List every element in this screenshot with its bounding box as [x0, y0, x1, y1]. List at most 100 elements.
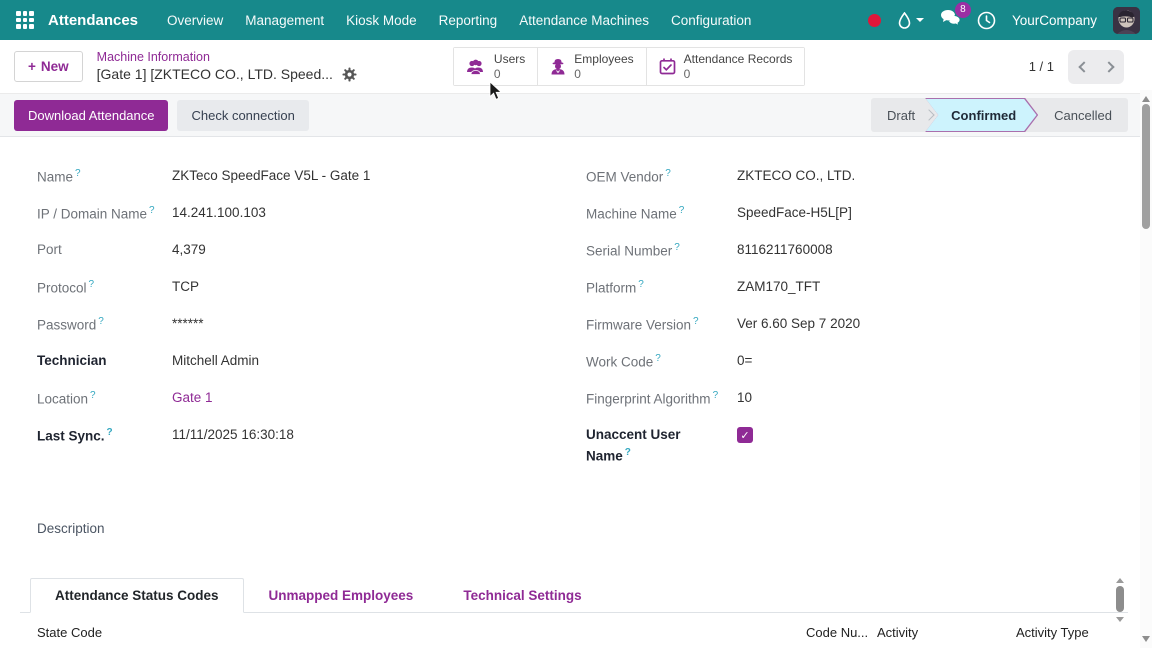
menu-management[interactable]: Management	[234, 0, 335, 40]
help-icon[interactable]: ?	[90, 390, 96, 401]
status-draft[interactable]: Draft	[871, 98, 931, 132]
stat-button-users[interactable]: Users 0	[454, 48, 538, 85]
breadcrumb-current: [Gate 1] [ZKTECO CO., LTD. Speed...	[97, 66, 333, 84]
chevron-down-icon	[916, 18, 924, 22]
attendance-machine-form-page: Attendances Overview Management Kiosk Mo…	[0, 0, 1152, 648]
stat-button-group: Users 0 Employees 0	[453, 47, 805, 86]
main-scrollbar[interactable]	[1140, 90, 1152, 648]
calendar-check-icon	[659, 58, 676, 75]
form-left-column: Name? ZKTeco SpeedFace V5L - Gate 1 IP /…	[37, 166, 560, 482]
control-panel: + New Machine Information [Gate 1] [ZKTE…	[0, 40, 1152, 94]
check-icon: ✓	[740, 429, 749, 442]
activities-clock-icon[interactable]	[977, 11, 996, 30]
help-icon[interactable]: ?	[75, 168, 81, 179]
column-code-number[interactable]: Code Nu...	[806, 625, 868, 640]
help-icon[interactable]: ?	[89, 279, 95, 290]
inner-scrollbar[interactable]	[1116, 578, 1124, 622]
navbar-systray: 8 YourCompany	[868, 7, 1140, 34]
recording-indicator-dot	[868, 14, 881, 27]
status-pipeline: Draft Confirmed Cancelled	[871, 98, 1128, 132]
help-icon[interactable]: ?	[693, 316, 699, 327]
inner-scrollbar-thumb[interactable]	[1116, 586, 1124, 612]
field-password: Password? ******	[37, 314, 560, 336]
stat-button-employees[interactable]: Employees 0	[538, 48, 646, 85]
tab-bar: Attendance Status Codes Unmapped Employe…	[20, 578, 1128, 613]
droplet-menu[interactable]	[897, 12, 924, 29]
form-right-column: OEM Vendor? ZKTECO CO., LTD. Machine Nam…	[586, 166, 1140, 482]
scroll-down-icon[interactable]	[1142, 636, 1150, 642]
field-name: Name? ZKTeco SpeedFace V5L - Gate 1	[37, 166, 560, 188]
field-location: Location? Gate 1	[37, 388, 560, 410]
field-protocol: Protocol? TCP	[37, 277, 560, 299]
employee-icon	[550, 58, 566, 75]
form-sheet: Name? ZKTeco SpeedFace V5L - Gate 1 IP /…	[0, 137, 1152, 648]
messages-menu[interactable]: 8	[940, 9, 961, 32]
message-count-badge: 8	[955, 2, 971, 18]
status-confirmed-active[interactable]: Confirmed	[925, 98, 1038, 132]
inner-scroll-up-icon[interactable]	[1116, 578, 1124, 583]
inner-scroll-down-icon[interactable]	[1116, 617, 1124, 622]
unaccent-checkbox[interactable]: ✓	[737, 427, 753, 443]
chevron-right-icon	[1103, 61, 1114, 72]
menu-reporting[interactable]: Reporting	[428, 0, 509, 40]
menu-attendance-machines[interactable]: Attendance Machines	[508, 0, 660, 40]
help-icon[interactable]: ?	[713, 390, 719, 401]
download-attendance-button[interactable]: Download Attendance	[14, 100, 168, 131]
help-icon[interactable]: ?	[98, 316, 104, 327]
gear-icon[interactable]	[342, 67, 357, 82]
field-ip-domain: IP / Domain Name? 14.241.100.103	[37, 203, 560, 225]
field-fingerprint-algorithm: Fingerprint Algorithm? 10	[586, 388, 1140, 410]
help-icon[interactable]: ?	[625, 447, 631, 458]
tab-attendance-status-codes[interactable]: Attendance Status Codes	[30, 578, 244, 613]
pager-previous-button[interactable]	[1068, 50, 1096, 84]
menu-overview[interactable]: Overview	[156, 0, 234, 40]
menu-kiosk-mode[interactable]: Kiosk Mode	[335, 0, 428, 40]
help-icon[interactable]: ?	[655, 353, 661, 364]
droplet-icon	[897, 12, 912, 29]
status-cancelled[interactable]: Cancelled	[1038, 98, 1128, 132]
field-work-code: Work Code? 0=	[586, 351, 1140, 373]
location-link[interactable]: Gate 1	[172, 388, 213, 408]
new-button[interactable]: + New	[14, 51, 83, 82]
tab-unmapped-employees[interactable]: Unmapped Employees	[244, 578, 439, 613]
pager-next-button[interactable]	[1096, 50, 1124, 84]
top-navbar: Attendances Overview Management Kiosk Mo…	[0, 0, 1152, 40]
column-activity[interactable]: Activity	[877, 625, 918, 640]
field-unaccent-user-name: Unaccent User Name? ✓	[586, 425, 1140, 467]
users-icon	[466, 59, 486, 75]
field-firmware-version: Firmware Version? Ver 6.60 Sep 7 2020	[586, 314, 1140, 336]
description-label: Description	[37, 521, 1140, 536]
chevron-left-icon	[1078, 61, 1089, 72]
help-icon[interactable]: ?	[665, 168, 671, 179]
field-last-sync: Last Sync.? 11/11/2025 16:30:18	[37, 425, 560, 447]
field-machine-name: Machine Name? SpeedFace-H5L[P]	[586, 203, 1140, 225]
app-name[interactable]: Attendances	[48, 12, 138, 29]
scroll-up-icon[interactable]	[1142, 96, 1150, 102]
field-technician: Technician Mitchell Admin	[37, 351, 560, 373]
tab-technical-settings[interactable]: Technical Settings	[438, 578, 606, 613]
scrollbar-thumb[interactable]	[1142, 104, 1150, 229]
plus-icon: +	[28, 59, 36, 74]
apps-grid-icon[interactable]	[16, 11, 34, 29]
column-activity-type[interactable]: Activity Type	[1016, 625, 1089, 640]
help-icon[interactable]: ?	[674, 242, 680, 253]
stat-button-attendance-records[interactable]: Attendance Records 0	[647, 48, 805, 85]
field-platform: Platform? ZAM170_TFT	[586, 277, 1140, 299]
notebook: Attendance Status Codes Unmapped Employe…	[20, 578, 1128, 648]
main-menu: Overview Management Kiosk Mode Reporting…	[156, 0, 762, 40]
help-icon[interactable]: ?	[638, 279, 644, 290]
column-state-code[interactable]: State Code	[37, 625, 102, 640]
help-icon[interactable]: ?	[679, 205, 685, 216]
action-bar: Download Attendance Check connection Dra…	[0, 94, 1152, 137]
breadcrumb-parent-link[interactable]: Machine Information	[97, 50, 357, 66]
help-icon[interactable]: ?	[149, 205, 155, 216]
company-name[interactable]: YourCompany	[1012, 13, 1097, 28]
field-oem-vendor: OEM Vendor? ZKTECO CO., LTD.	[586, 166, 1140, 188]
help-icon[interactable]: ?	[107, 427, 113, 438]
user-avatar[interactable]	[1113, 7, 1140, 34]
field-port: Port 4,379	[37, 240, 560, 262]
pager-counter: 1 / 1	[1029, 59, 1054, 74]
check-connection-button[interactable]: Check connection	[177, 100, 308, 131]
pager: 1 / 1	[1029, 50, 1138, 84]
menu-configuration[interactable]: Configuration	[660, 0, 762, 40]
